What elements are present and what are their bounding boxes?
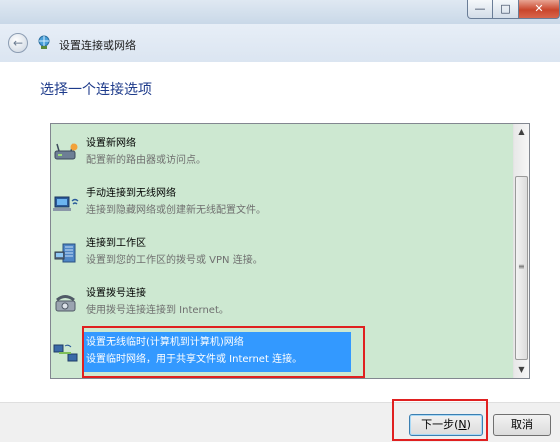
option-adhoc-network[interactable]: 设置无线临时(计算机到计算机)网络 设置临时网络，用于共享文件或 Interne… <box>51 326 513 378</box>
router-icon <box>54 143 78 160</box>
next-label-suffix: ) <box>466 418 471 431</box>
scroll-grip-icon: ≡ <box>518 262 525 271</box>
minimize-icon: — <box>474 2 486 15</box>
adhoc-network-icon <box>53 344 78 362</box>
option-setup-dialup[interactable]: 设置拨号连接 使用拨号连接连接到 Internet。 <box>51 280 513 326</box>
option-description: 使用拨号连接连接到 Internet。 <box>86 305 229 316</box>
dialup-phone-icon <box>55 295 76 312</box>
option-connect-workplace[interactable]: 连接到工作区 设置到您的工作区的拨号或 VPN 连接。 <box>51 230 513 276</box>
option-title: 手动连接到无线网络 <box>86 188 176 199</box>
option-title: 连接到工作区 <box>86 238 146 249</box>
option-description: 配置新的路由器或访问点。 <box>86 155 206 166</box>
close-button[interactable]: ✕ <box>519 0 560 19</box>
scroll-up-icon[interactable]: ▲ <box>514 124 529 140</box>
option-description: 连接到隐藏网络或创建新无线配置文件。 <box>86 205 266 216</box>
option-title: 设置拨号连接 <box>86 288 146 299</box>
option-title: 设置无线临时(计算机到计算机)网络 <box>86 337 244 348</box>
scroll-down-icon[interactable]: ▼ <box>514 362 529 378</box>
minimize-button[interactable]: — <box>467 0 493 19</box>
next-label-prefix: 下一步( <box>421 418 459 431</box>
option-setup-new-network[interactable]: 设置新网络 配置新的路由器或访问点。 <box>51 130 513 176</box>
list-scrollbar[interactable]: ▲ ≡ ▼ <box>513 124 529 378</box>
cancel-button[interactable]: 取消 <box>493 414 551 436</box>
wizard-title: 设置连接或网络 <box>59 39 136 52</box>
next-access-key: N <box>458 418 467 431</box>
wizard-navbar: ← 设置连接或网络 <box>0 24 560 62</box>
scroll-thumb[interactable]: ≡ <box>515 176 528 360</box>
workplace-building-icon <box>54 243 76 263</box>
maximize-icon: □ <box>500 2 511 15</box>
wizard-footer: 下一步(N) 取消 <box>0 399 560 442</box>
close-icon: ✕ <box>534 2 544 15</box>
network-globe-icon <box>38 35 50 49</box>
option-description: 设置到您的工作区的拨号或 VPN 连接。 <box>86 255 263 266</box>
page-heading: 选择一个连接选项 <box>40 82 152 98</box>
back-arrow-icon: ← <box>12 36 24 50</box>
maximize-button[interactable]: □ <box>493 0 519 19</box>
option-manual-wireless[interactable]: 手动连接到无线网络 连接到隐藏网络或创建新无线配置文件。 <box>51 180 513 226</box>
back-button[interactable]: ← <box>8 33 28 53</box>
option-title: 设置新网络 <box>86 138 136 149</box>
option-description: 设置临时网络，用于共享文件或 Internet 连接。 <box>86 354 303 365</box>
window-titlebar: — □ ✕ <box>0 0 560 24</box>
next-button[interactable]: 下一步(N) <box>409 414 483 436</box>
connection-options-list[interactable]: 设置新网络 配置新的路由器或访问点。 手动连接到无线网络 连接到隐藏网络或创建新… <box>50 123 530 379</box>
wireless-computer-icon <box>53 196 79 211</box>
